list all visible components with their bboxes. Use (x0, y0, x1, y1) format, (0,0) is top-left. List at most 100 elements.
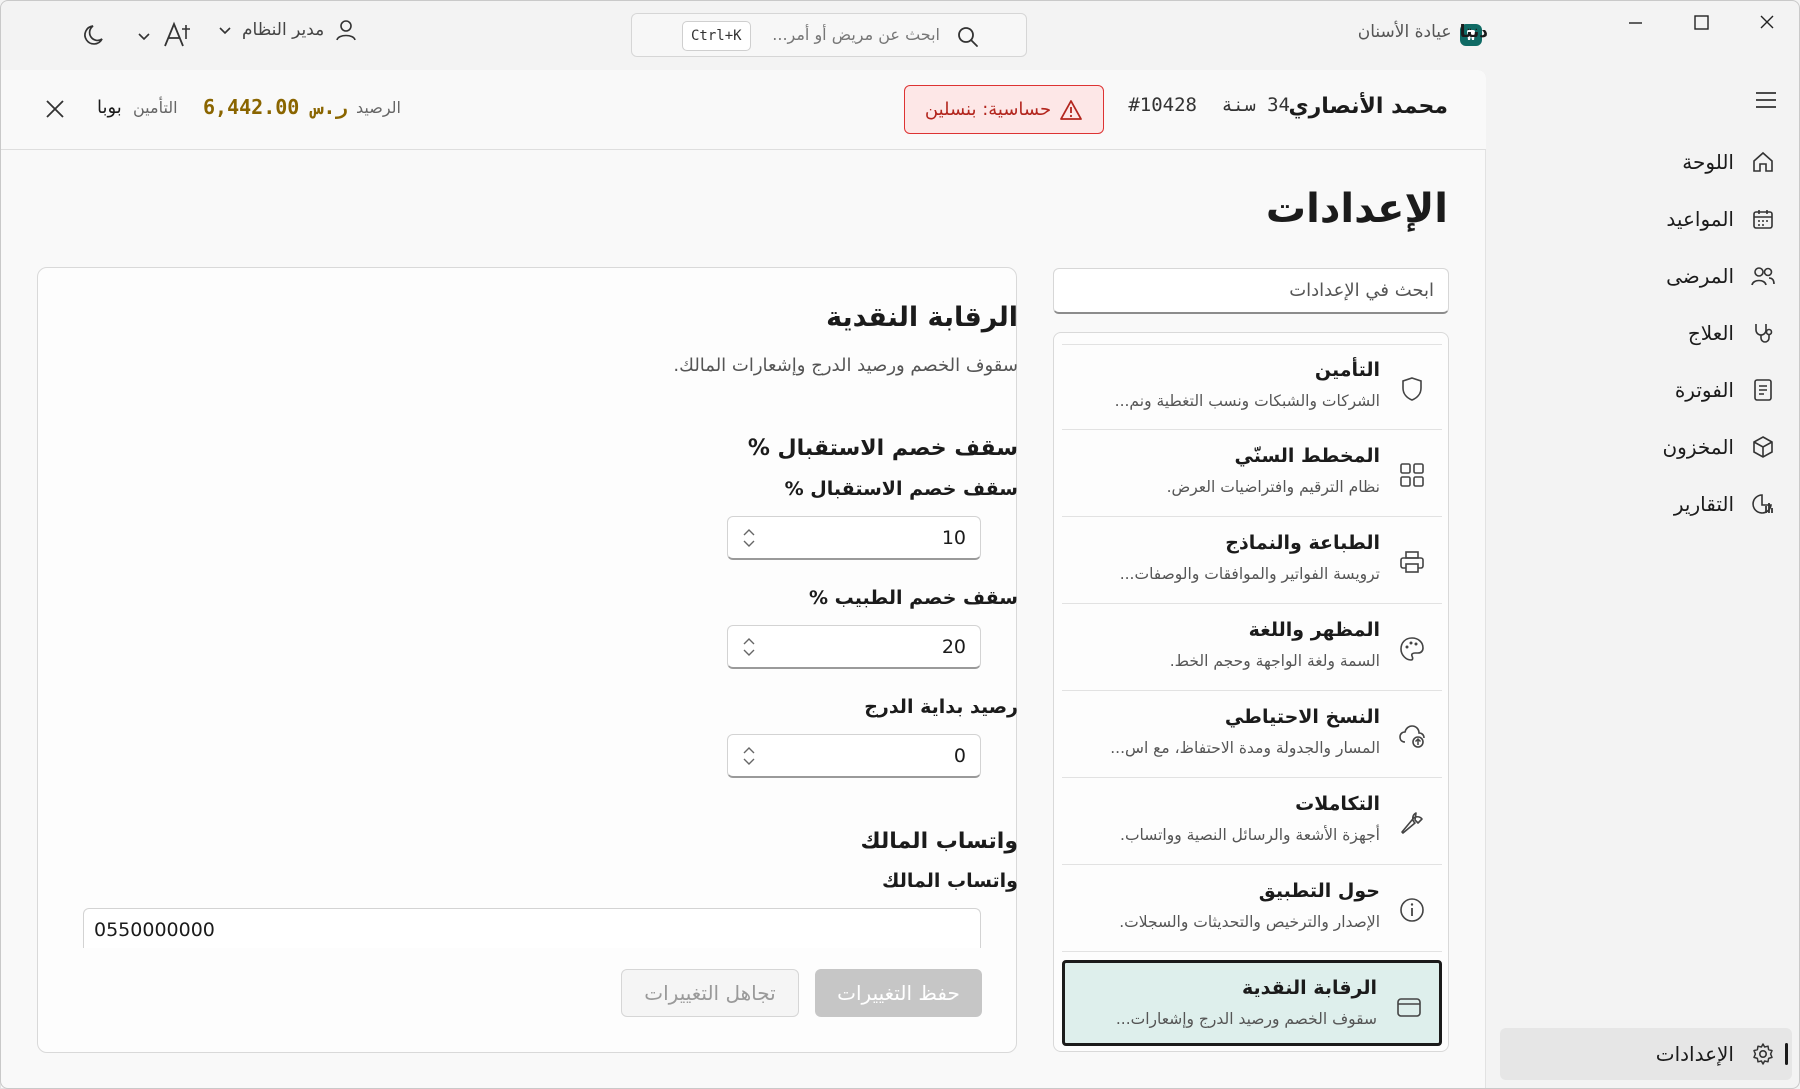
settings-item-desc: السمة ولغة الواجهة وحجم الخط. (1169, 652, 1380, 670)
settings-item-desc: الشركات والشبكات ونسب التغطية ونم... (1114, 392, 1380, 410)
sidebar-item-settings[interactable]: الإعدادات (1500, 1028, 1792, 1080)
settings-item-desc: المسار والجدولة ومدة الاحتفاظ، مع اس... (1110, 739, 1380, 757)
minimize-window-button[interactable] (1602, 0, 1668, 44)
sidebar: اللوحة المواعيد المرضى العلاج الفوترة ال… (1492, 70, 1800, 1089)
search-icon (956, 25, 980, 49)
balance-value: 6,442.00 ر.س (203, 95, 348, 119)
spinner-arrows-icon[interactable] (742, 636, 756, 658)
settings-item-title: الرقابة النقدية (1241, 977, 1377, 999)
doctor-discount-label: سقف خصم الطبيب % (809, 587, 1018, 609)
settings-search-placeholder: ابحث في الإعدادات (1289, 280, 1434, 301)
close-patient-button[interactable] (44, 98, 66, 120)
sidebar-item-billing[interactable]: الفوترة (1506, 368, 1776, 412)
drawer-balance-value: 0 (953, 744, 966, 767)
drawer-balance-input[interactable]: 0 (727, 734, 981, 778)
calendar-icon (1750, 206, 1776, 232)
wrench-icon (1398, 809, 1426, 837)
reception-discount-label: سقف خصم الاستقبال % (784, 478, 1018, 500)
invoice-icon (1750, 377, 1776, 403)
maximize-window-button[interactable] (1668, 0, 1734, 44)
sidebar-item-dashboard[interactable]: اللوحة (1506, 140, 1776, 184)
patient-age: 34 سنة (1221, 94, 1290, 116)
sidebar-item-appointments[interactable]: المواعيد (1506, 197, 1776, 241)
menu-icon (1754, 90, 1778, 110)
font-size-dropdown[interactable] (137, 29, 151, 43)
sidebar-item-label: المرضى (1666, 264, 1734, 288)
settings-item-appearance[interactable]: المظهر واللغة السمة ولغة الواجهة وحجم ال… (1062, 605, 1442, 691)
settings-item-desc: أجهزة الأشعة والرسائل النصية وواتساب. (1120, 826, 1380, 844)
settings-item-dental-chart[interactable]: المخطط السنّي نظام الترقيم وافتراضيات ال… (1062, 431, 1442, 517)
settings-item-insurance[interactable]: التأمين الشركات والشبكات ونسب التغطية ون… (1062, 344, 1442, 430)
sidebar-item-label: العلاج (1687, 321, 1734, 345)
allergy-text: حساسية: بنسلين (924, 99, 1052, 120)
printer-icon (1398, 548, 1426, 576)
allergy-alert-badge: حساسية: بنسلين (904, 85, 1104, 134)
settings-item-title: التأمين (1314, 359, 1380, 381)
search-shortcut-badge: Ctrl+K (682, 21, 751, 51)
warning-icon (1059, 99, 1083, 121)
insurance-value: بوبا (97, 97, 122, 118)
doctor-discount-value: 20 (941, 635, 966, 658)
chevron-down-icon (218, 23, 232, 37)
doctor-discount-input[interactable]: 20 (727, 625, 981, 669)
users-icon (1750, 263, 1776, 289)
shield-icon (1398, 375, 1426, 403)
settings-item-desc: نظام الترقيم وافتراضيات العرض. (1166, 478, 1380, 496)
spinner-arrows-icon[interactable] (742, 745, 756, 767)
sidebar-item-treatment[interactable]: العلاج (1506, 311, 1776, 355)
settings-item-title: المظهر واللغة (1248, 619, 1380, 641)
reception-discount-input[interactable]: 10 (727, 516, 981, 560)
settings-item-cash-control[interactable]: الرقابة النقدية سقوف الخصم ورصيد الدرج و… (1062, 960, 1442, 1046)
sidebar-item-label: المخزون (1662, 435, 1734, 459)
sidebar-item-inventory[interactable]: المخزون (1506, 425, 1776, 469)
wallet-icon (1395, 993, 1423, 1021)
settings-item-backup[interactable]: النسخ الاحتياطي المسار والجدولة ومدة الا… (1062, 692, 1442, 778)
home-icon (1750, 149, 1776, 175)
chart-icon (1750, 491, 1776, 517)
settings-item-title: التكاملات (1295, 793, 1380, 815)
app-brand: دنتا عيادة الأسنان (1358, 22, 1488, 42)
settings-item-title: النسخ الاحتياطي (1224, 706, 1380, 728)
section-heading-whatsapp: واتساب المالك (860, 829, 1018, 854)
user-role: مدير النظام (242, 20, 325, 40)
sidebar-item-reports[interactable]: التقارير (1506, 482, 1776, 526)
save-changes-button[interactable]: حفظ التغييرات (815, 969, 982, 1017)
hamburger-menu-button[interactable] (1754, 90, 1778, 110)
info-icon (1398, 896, 1426, 924)
theme-toggle-button[interactable] (82, 22, 108, 48)
gear-icon (1750, 1041, 1776, 1067)
cloud-upload-icon (1398, 722, 1426, 750)
sidebar-item-label: المواعيد (1666, 207, 1734, 231)
settings-item-printing[interactable]: الطباعة والنماذج ترويسة الفواتير والمواف… (1062, 518, 1442, 604)
page-title: الإعدادات (1265, 186, 1448, 232)
discard-changes-button[interactable]: تجاهل التغييرات (621, 969, 799, 1017)
settings-item-title: الطباعة والنماذج (1225, 532, 1380, 554)
settings-item-integrations[interactable]: التكاملات أجهزة الأشعة والرسائل النصية و… (1062, 779, 1442, 865)
patient-id: #10428 (1128, 94, 1197, 116)
palette-icon (1398, 635, 1426, 663)
global-search[interactable]: Ctrl+K ابحث عن مريض أو أمر... (631, 13, 1027, 57)
settings-item-desc: ترويسة الفواتير والموافقات والوصفات... (1119, 565, 1380, 583)
stethoscope-icon (1750, 320, 1776, 346)
settings-item-title: حول التطبيق (1258, 880, 1380, 902)
spinner-arrows-icon[interactable] (742, 527, 756, 549)
font-size-button[interactable] (162, 19, 192, 49)
section-heading-discount: سقف خصم الاستقبال % (747, 436, 1018, 461)
sidebar-item-patients[interactable]: المرضى (1506, 254, 1776, 298)
whatsapp-label: واتساب المالك (882, 870, 1018, 892)
close-window-button[interactable] (1734, 0, 1800, 44)
form-subtitle: سقوف الخصم ورصيد الدرج وإشعارات المالك. (673, 355, 1018, 376)
app-name: دنتا (1459, 22, 1488, 42)
settings-item-about[interactable]: حول التطبيق الإصدار والترخيص والتحديثات … (1062, 866, 1442, 952)
sidebar-item-label: الإعدادات (1655, 1042, 1734, 1066)
user-menu[interactable]: مدير النظام (218, 18, 358, 42)
patient-name: محمد الأنصاري (1288, 94, 1448, 119)
font-size-icon (162, 19, 192, 49)
settings-search-input[interactable]: ابحث في الإعدادات (1053, 268, 1449, 314)
drawer-balance-label: رصيد بداية الدرج (864, 696, 1018, 718)
whatsapp-input[interactable]: 0550000000 (83, 908, 981, 948)
reception-discount-value: 10 (941, 526, 966, 549)
close-icon (44, 98, 66, 120)
settings-list: التأمين الشركات والشبكات ونسب التغطية ون… (1053, 332, 1449, 1052)
box-icon (1750, 434, 1776, 460)
